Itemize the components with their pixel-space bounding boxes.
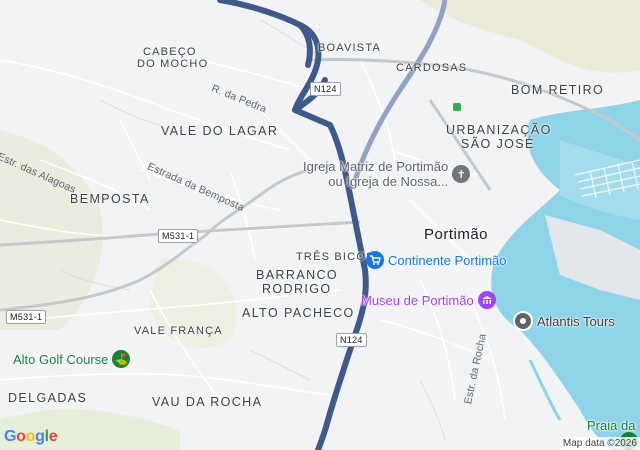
poi-igreja-label-2: ou Igreja de Nossa...: [328, 174, 449, 189]
city-label-portimao: Portimão: [424, 226, 489, 243]
area-label-rodrigo: RODRIGO: [262, 282, 332, 296]
area-label-cardosas: CARDOSAS: [396, 62, 468, 74]
road-shield-m531-1: M531-1: [6, 310, 47, 324]
area-label-alto-pacheco: ALTO PACHECO: [242, 306, 355, 320]
place-pin-icon: [513, 311, 533, 331]
map-canvas[interactable]: BOAVISTA CABEÇO DO MOCHO CARDOSAS BOM RE…: [0, 0, 640, 450]
poi-atlantis-label: Atlantis Tours: [537, 313, 615, 329]
map-attribution[interactable]: Map data ©2026: [559, 437, 640, 450]
area-label-vale-do-lagar: VALE DO LAGAR: [161, 124, 279, 138]
poi-igreja-matriz[interactable]: Igreja Matriz de Portimão ou Igreja de N…: [303, 159, 471, 189]
golf-icon: ⛳: [112, 350, 131, 368]
area-label-cabeco: CABEÇO: [143, 46, 197, 58]
area-label-bom-retiro: BOM RETIRO: [511, 83, 605, 97]
poi-continente[interactable]: Continente Portimão: [366, 251, 507, 269]
area-label-vale-franca: VALE FRANÇA: [134, 325, 223, 337]
poi-continente-label: Continente Portimão: [388, 252, 507, 268]
google-logo[interactable]: Google: [4, 428, 58, 446]
road-shield-m531-1: M531-1: [158, 229, 199, 243]
church-icon: ✝: [452, 165, 471, 183]
area-label-sao-jose: SÃO JOSÉ: [461, 137, 535, 151]
area-label-boavista: BOAVISTA: [318, 42, 381, 54]
poi-igreja-label-1: Igreja Matriz de Portimão: [303, 159, 449, 174]
area-label-delgadas: DELGADAS: [8, 391, 88, 405]
area-label-tres-bicos: TRÊS BICOS: [296, 251, 375, 263]
area-label-bemposta: BEMPOSTA: [70, 192, 150, 206]
poi-praia-label: Praia da: [587, 418, 636, 433]
map-base: [0, 0, 640, 450]
shopping-cart-icon: [366, 251, 384, 269]
poi-alto-golf-label: Alto Golf Course: [13, 351, 109, 367]
area-label-barranco: BARRANCO: [256, 268, 339, 282]
poi-praia[interactable]: Praia da: [587, 418, 635, 433]
poi-museu[interactable]: Museu de Portimão: [361, 291, 496, 309]
road-shield-n124: N124: [336, 333, 367, 347]
area-label-do-mocho: DO MOCHO: [137, 58, 209, 70]
poi-alto-golf[interactable]: Alto Golf Course ⛳: [13, 350, 131, 368]
poi-museu-label: Museu de Portimão: [361, 292, 474, 308]
poi-atlantis-tours[interactable]: Atlantis Tours: [513, 311, 615, 331]
park-icon: [453, 103, 461, 111]
area-label-vau-da-rocha: VAU DA ROCHA: [152, 395, 263, 409]
museum-icon: [477, 291, 496, 309]
road-shield-n124: N124: [310, 82, 341, 96]
area-label-urbanizacao: URBANIZAÇÃO: [446, 123, 552, 137]
